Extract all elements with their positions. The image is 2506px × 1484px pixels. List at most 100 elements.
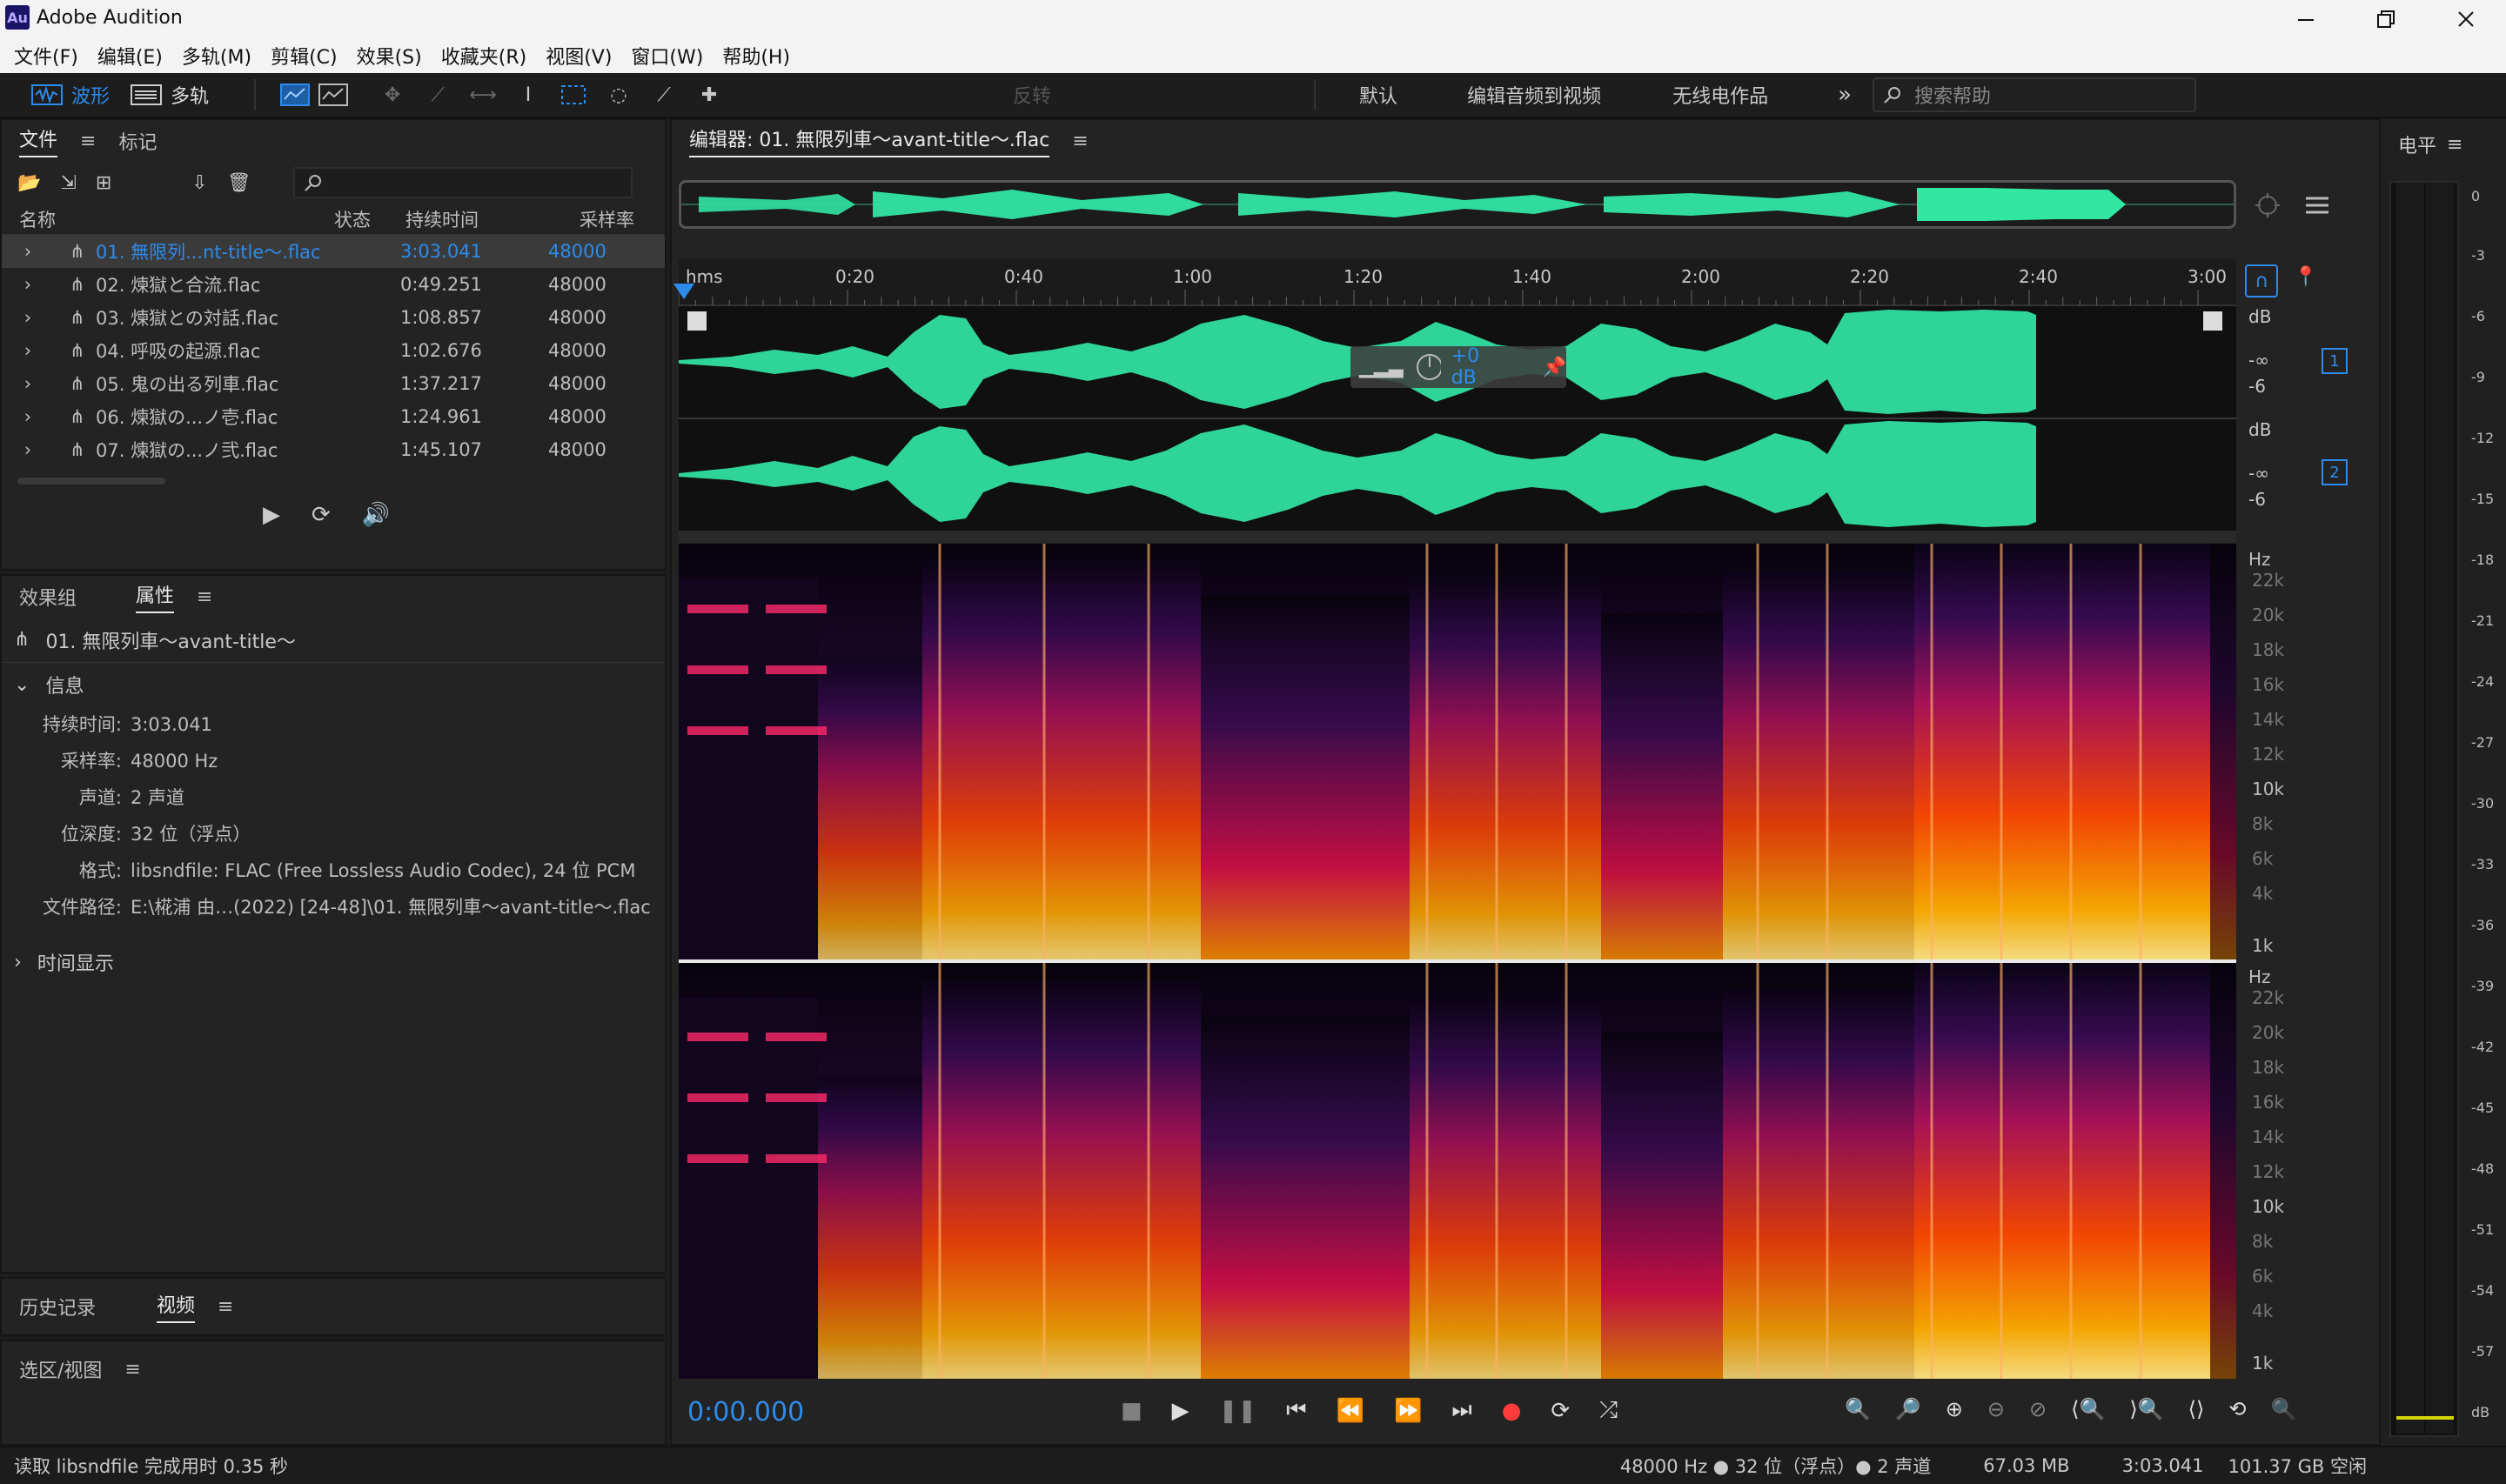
zoom-in-point-icon[interactable]: ⟨🔍 [2071, 1397, 2105, 1421]
col-status[interactable]: 状态 [334, 206, 405, 232]
file-row[interactable]: › ⋔ 06. 煉獄の...ノ壱.flac 1:24.961 48000 [2, 400, 665, 433]
rewind-icon[interactable]: ⏪ [1337, 1398, 1364, 1424]
marquee-tool[interactable] [559, 80, 588, 110]
new-file-icon[interactable]: ⊞ [96, 172, 111, 194]
col-duration[interactable]: 持续时间 [405, 206, 580, 232]
spectral-frequency-display[interactable] [679, 544, 2236, 1379]
file-row[interactable]: › ⋔ 05. 鬼の出る列車.flac 1:37.217 48000 [2, 367, 665, 400]
expand-chevron-icon[interactable]: › [17, 373, 38, 394]
delete-icon[interactable]: 🗑 [227, 172, 251, 194]
insert-into-multitrack-icon[interactable]: ⇩ [191, 172, 207, 194]
slip-tool[interactable]: ⟷ [468, 80, 498, 110]
go-to-end-icon[interactable]: ⏭ [1451, 1397, 1471, 1424]
expand-chevron-icon[interactable]: › [17, 439, 38, 460]
col-sample-rate[interactable]: 采样率 [580, 206, 634, 232]
waveform-display[interactable]: ▁▂▃ +0 dB 📌 [679, 306, 2236, 531]
zoom-out-point-icon[interactable]: ⟩🔍 [2129, 1397, 2163, 1421]
marker-pin-button[interactable]: 📍 [2294, 266, 2317, 288]
pitch-display-toggle[interactable] [318, 80, 349, 110]
properties-panel-menu-icon[interactable]: ≡ [197, 586, 212, 608]
current-time-display[interactable]: 0:00.000 [687, 1397, 804, 1427]
scrollbar-thumb[interactable] [17, 478, 165, 485]
file-row[interactable]: › ⋔ 03. 煉獄との対話.flac 1:08.857 48000 [2, 301, 665, 334]
zoom-out-amplitude-icon[interactable]: 🔎 [1895, 1397, 1921, 1421]
zoom-out-time-icon[interactable]: ⊖ [1987, 1397, 2005, 1421]
expand-chevron-icon[interactable]: › [17, 241, 38, 262]
time-selection-tool[interactable]: Ⅰ [513, 80, 543, 110]
channel-2-toggle[interactable]: 2 [2322, 459, 2348, 485]
file-row[interactable]: › ⋔ 04. 呼吸の起源.flac 1:02.676 48000 [2, 334, 665, 367]
files-horizontal-scrollbar[interactable] [2, 473, 665, 489]
list-view-icon[interactable] [2304, 193, 2330, 217]
level-meter-menu-icon[interactable]: ≡ [2447, 134, 2462, 156]
waveform-view-button[interactable]: 波形 [21, 77, 120, 112]
pin-hud-icon[interactable]: 📌 [1543, 357, 1566, 378]
zoom-frequency-icon[interactable]: 🔍 [2270, 1397, 2296, 1421]
close-button[interactable] [2426, 0, 2506, 38]
hud-gain-control[interactable]: ▁▂▃ +0 dB 📌 [1350, 345, 1566, 389]
play-preview-icon[interactable]: ▶ [263, 502, 280, 528]
more-workspaces-chevron-icon[interactable]: » [1838, 82, 1852, 108]
multitrack-view-button[interactable]: 多轨 [120, 77, 219, 112]
zoom-in-amplitude-icon[interactable]: 🔍 [1845, 1397, 1871, 1421]
menu-view[interactable]: 视图(V) [546, 42, 612, 70]
tab-history[interactable]: 历史记录 [19, 1293, 96, 1320]
skip-selection-icon[interactable]: ⤮ [1599, 1397, 1618, 1424]
menu-effects[interactable]: 效果(S) [357, 42, 422, 70]
file-row[interactable]: › ⋔ 02. 煉獄と合流.flac 0:49.251 48000 [2, 268, 665, 301]
move-tool[interactable]: ✥ [378, 80, 407, 110]
zoom-overview-icon[interactable] [2254, 191, 2282, 219]
expand-chevron-icon[interactable]: › [17, 406, 38, 427]
help-search-box[interactable]: 搜索帮助 [1873, 77, 2197, 112]
level-meter-title[interactable]: 电平 [2398, 130, 2436, 158]
menu-clip[interactable]: 剪辑(C) [271, 42, 338, 70]
brush-tool[interactable]: ⟋ [649, 80, 679, 110]
tab-selection-view[interactable]: 选区/视图 [19, 1355, 102, 1383]
waveform-spectral-splitter[interactable] [679, 531, 2236, 543]
record-icon[interactable]: ● [1502, 1398, 1522, 1424]
menu-favorites[interactable]: 收藏夹(R) [441, 42, 526, 70]
tab-effects-rack[interactable]: 效果组 [19, 583, 77, 611]
file-row[interactable]: › ⋔ 07. 煉獄の...ノ弐.flac 1:45.107 48000 [2, 433, 665, 466]
open-file-icon[interactable]: 📂 [17, 172, 41, 194]
expand-chevron-icon[interactable]: › [17, 307, 38, 328]
editor-menu-icon[interactable]: ≡ [1072, 130, 1088, 152]
editor-title[interactable]: 编辑器: 01. 無限列車～avant-title～.flac [689, 124, 1050, 157]
info-section-header[interactable]: ⌄ 信息 [2, 663, 665, 706]
menu-multitrack[interactable]: 多轨(M) [182, 42, 251, 70]
import-file-icon[interactable]: ⇲ [60, 172, 76, 194]
go-to-start-icon[interactable]: ⏮ [1286, 1397, 1306, 1424]
tab-properties[interactable]: 属性 [136, 580, 175, 613]
tab-markers[interactable]: 标记 [118, 127, 157, 155]
overview-navigator[interactable] [679, 180, 2236, 229]
zoom-selection-icon[interactable]: ⟲ [2228, 1397, 2246, 1421]
autoplay-icon[interactable]: 🔊 [362, 502, 390, 528]
restore-button[interactable] [2346, 0, 2426, 38]
col-name[interactable]: 名称 [19, 206, 334, 232]
selection-view-menu-icon[interactable]: ≡ [124, 1359, 140, 1380]
file-filter-input[interactable] [292, 167, 633, 198]
razor-tool[interactable]: ⟋ [423, 80, 452, 110]
fast-forward-icon[interactable]: ⏩ [1394, 1398, 1422, 1424]
gain-knob-icon[interactable] [1414, 351, 1441, 383]
workspace-radio-production[interactable]: 无线电作品 [1672, 81, 1768, 109]
file-row[interactable]: › ⋔ 01. 無限列...nt-title～.flac 3:03.041 48… [2, 235, 665, 268]
fade-in-handle-icon[interactable] [687, 311, 707, 331]
zoom-reset-icon[interactable]: ⊘ [2029, 1397, 2047, 1421]
menu-file[interactable]: 文件(F) [14, 42, 78, 70]
play-icon[interactable]: ▶ [1172, 1398, 1189, 1424]
menu-help[interactable]: 帮助(H) [722, 42, 790, 70]
workspace-edit-audio-to-video[interactable]: 编辑音频到视频 [1467, 81, 1601, 109]
loop-preview-icon[interactable]: ⟳ [312, 502, 331, 528]
files-panel-menu-icon[interactable]: ≡ [80, 130, 96, 152]
invert-button[interactable]: 反转 [1002, 77, 1062, 112]
pause-icon[interactable]: ❚❚ [1219, 1398, 1257, 1424]
minimize-button[interactable] [2266, 0, 2346, 38]
zoom-in-time-icon[interactable]: ⊕ [1946, 1397, 1963, 1421]
tab-video[interactable]: 视频 [157, 1290, 196, 1323]
expand-chevron-icon[interactable]: › [17, 340, 38, 361]
workspace-default[interactable]: 默认 [1359, 81, 1397, 109]
menu-edit[interactable]: 编辑(E) [97, 42, 163, 70]
video-panel-menu-icon[interactable]: ≡ [218, 1296, 233, 1318]
channel-1-toggle[interactable]: 1 [2322, 348, 2348, 374]
